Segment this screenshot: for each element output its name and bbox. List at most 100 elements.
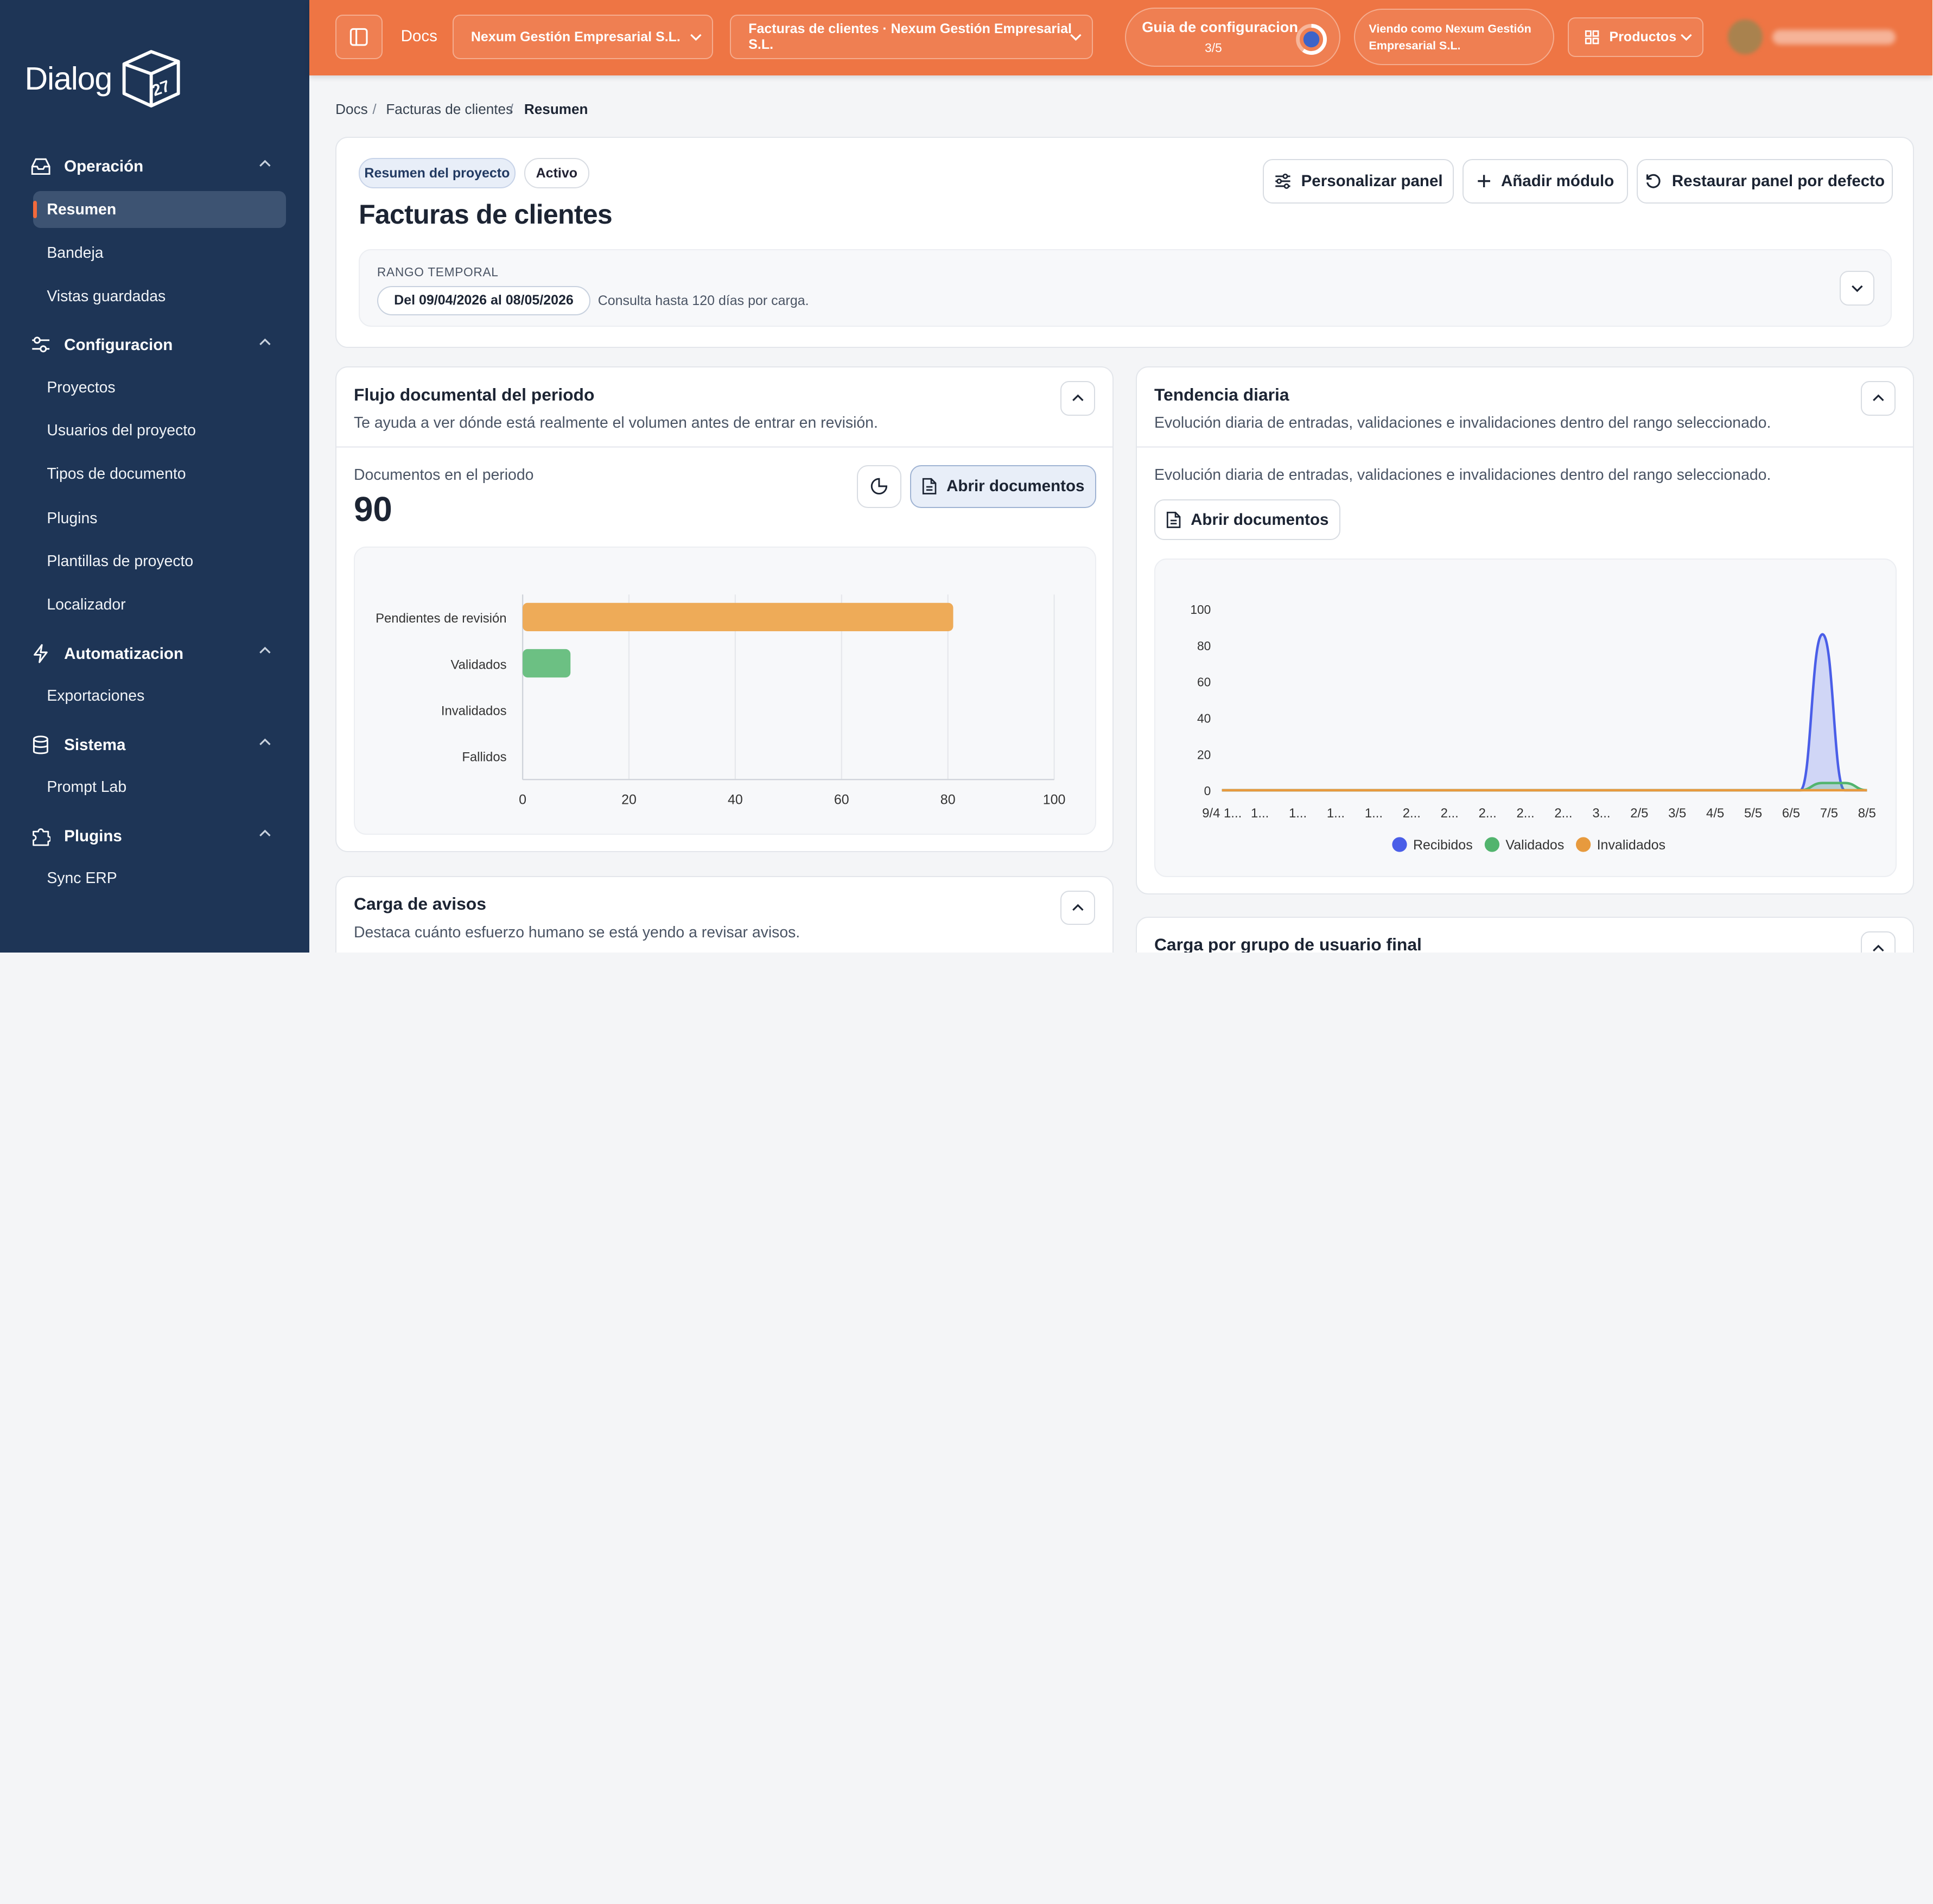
sidebar-item-usuarios[interactable]: Usuarios del proyecto	[47, 422, 196, 440]
chevron-down-icon	[1680, 31, 1693, 47]
add-module-button[interactable]: Añadir módulo	[1463, 158, 1628, 204]
company-select[interactable]: Nexum Gestión Empresarial S.L.	[453, 15, 713, 60]
category-label: Fallidos	[462, 750, 506, 764]
user-avatar[interactable]	[1728, 20, 1763, 54]
sidebar-item-sync-erp[interactable]: Sync ERP	[47, 870, 117, 887]
nav-section-sistema[interactable]: Sistema	[30, 734, 277, 756]
breadcrumb-docs[interactable]: Docs	[335, 101, 368, 118]
x-tick-label: 2...	[1516, 806, 1534, 821]
breadcrumb-facturas[interactable]: Facturas de clientes	[386, 101, 513, 118]
x-tick-label: 2...	[1554, 806, 1572, 821]
x-tick-label: 5/5	[1744, 806, 1762, 821]
x-tick-label: 2...	[1441, 806, 1459, 821]
nav-section-plugins[interactable]: Plugins	[30, 825, 277, 847]
restore-panel-label: Restaurar panel por defecto	[1671, 172, 1885, 190]
open-documents-button[interactable]: Abrir documentos	[1154, 499, 1341, 541]
products-label: Productos	[1609, 29, 1677, 45]
user-name-redacted[interactable]	[1772, 29, 1896, 45]
company-select-value: Nexum Gestión Empresarial S.L.	[470, 29, 681, 45]
x-tick-label: 6/5	[1782, 806, 1800, 821]
sliders-icon	[30, 334, 52, 357]
breadcrumb-separator: /	[509, 101, 513, 118]
open-documents-label: Abrir documentos	[946, 477, 1085, 496]
nav-section-configuracion[interactable]: Configuracion	[30, 334, 277, 357]
sidebar-item-plantillas[interactable]: Plantillas de proyecto	[47, 553, 193, 570]
sidebar-item-resumen[interactable]: Resumen	[47, 201, 116, 219]
x-tick-label: 4/5	[1706, 806, 1724, 821]
date-range-chip[interactable]: Del 09/04/2026 al 08/05/2026	[377, 285, 591, 316]
nav-section-label: Plugins	[64, 827, 122, 845]
open-documents-button[interactable]: Abrir documentos	[910, 465, 1097, 509]
database-icon	[30, 734, 52, 756]
chevron-up-icon[interactable]	[259, 334, 271, 353]
breadcrumb-current: Resumen	[524, 101, 588, 118]
x-tick-label: 1...	[1327, 806, 1345, 821]
viewing-as-badge[interactable]: Viendo como Nexum Gestión Empresarial S.…	[1354, 8, 1554, 66]
sidebar: Dialog 27 Operación Resumen Bandeja Vist…	[0, 0, 310, 953]
card-title: Flujo documental del periodo	[353, 384, 595, 404]
chevron-up-icon[interactable]	[259, 825, 271, 843]
sidebar-item-localizador[interactable]: Localizador	[47, 596, 125, 614]
nav-section-automatizacion[interactable]: Automatizacion	[30, 643, 277, 665]
card-title: Tendencia diaria	[1154, 384, 1289, 404]
legend-marker-0	[1392, 837, 1407, 852]
y-tick-label: 40	[1197, 712, 1211, 726]
collapse-button[interactable]	[1861, 380, 1896, 416]
nav-section-operacion[interactable]: Operación	[30, 155, 277, 177]
legend-marker-2	[1575, 837, 1591, 852]
sidebar-item-vistas-guardadas[interactable]: Vistas guardadas	[47, 288, 166, 306]
x-tick-label: 8/5	[1858, 806, 1876, 821]
collapse-button[interactable]	[1861, 931, 1896, 953]
sidebar-toggle-button[interactable]	[335, 15, 383, 60]
open-documents-label: Abrir documentos	[1191, 510, 1329, 529]
brand-logo[interactable]: Dialog 27	[24, 47, 186, 111]
documents-count-value: 90	[353, 490, 392, 529]
products-menu-button[interactable]: Productos	[1567, 17, 1703, 57]
x-tick-label: 0	[519, 792, 526, 807]
collapse-button[interactable]	[1060, 890, 1095, 925]
card-subtitle: Destaca cuánto esfuerzo humano se está y…	[353, 923, 800, 941]
y-tick-label: 0	[1204, 784, 1211, 798]
range-note: Consulta hasta 120 días por carga.	[597, 293, 809, 309]
sidebar-item-exportaciones[interactable]: Exportaciones	[47, 687, 144, 705]
nav-section-label: Operación	[64, 157, 144, 175]
collapse-button[interactable]	[1060, 380, 1095, 416]
chevron-up-icon	[1872, 944, 1884, 952]
series-area-0	[1222, 634, 1867, 791]
category-label: Invalidados	[441, 703, 507, 718]
document-icon	[1166, 511, 1181, 528]
setup-guide-progress: 3/5	[1205, 41, 1222, 55]
x-tick-label: 1...	[1251, 806, 1269, 821]
bar-chart-panel: 0 20 40 60 80 100 Pendientes de revisión Valida…	[353, 546, 1097, 835]
y-tick-label: 60	[1197, 675, 1211, 689]
bolt-icon	[30, 643, 52, 665]
chevron-up-icon[interactable]	[259, 643, 271, 661]
page-title: Facturas de clientes	[359, 199, 613, 230]
sidebar-item-plugins[interactable]: Plugins	[47, 510, 97, 528]
customize-panel-button[interactable]: Personalizar panel	[1262, 158, 1454, 204]
chevron-up-icon[interactable]	[259, 734, 271, 752]
chevron-up-icon	[1072, 904, 1084, 911]
legend-label: Recibidos	[1413, 837, 1473, 853]
x-tick-label: 3...	[1592, 806, 1610, 821]
puzzle-icon	[30, 825, 52, 847]
restore-panel-button[interactable]: Restaurar panel por defecto	[1636, 158, 1893, 204]
sidebar-item-proyectos[interactable]: Proyectos	[47, 379, 115, 397]
setup-guide-button[interactable]: Guia de configuracion 3/5	[1124, 7, 1341, 67]
time-range-panel: RANGO TEMPORAL Del 09/04/2026 al 08/05/2…	[359, 249, 1892, 327]
top-header: Docs Nexum Gestión Empresarial S.L. Fact…	[309, 0, 1933, 75]
project-select[interactable]: Facturas de clientes · Nexum Gestión Emp…	[730, 15, 1093, 60]
expand-range-button[interactable]	[1840, 271, 1874, 306]
y-tick-label: 80	[1197, 639, 1211, 653]
x-tick-label: 80	[940, 792, 956, 807]
chevron-up-icon[interactable]	[259, 155, 271, 174]
pie-chart-icon	[871, 478, 888, 495]
sidebar-item-bandeja[interactable]: Bandeja	[47, 244, 103, 262]
grid-icon	[1585, 30, 1599, 44]
sidebar-item-prompt-lab[interactable]: Prompt Lab	[47, 778, 126, 796]
status-badge: Activo	[524, 157, 590, 189]
sidebar-item-tipos-documento[interactable]: Tipos de documento	[47, 465, 186, 483]
chart-type-toggle[interactable]	[857, 465, 902, 509]
alerts-load-card: Carga de avisos Destaca cuánto esfuerzo …	[335, 875, 1114, 953]
plus-icon	[1477, 175, 1490, 188]
